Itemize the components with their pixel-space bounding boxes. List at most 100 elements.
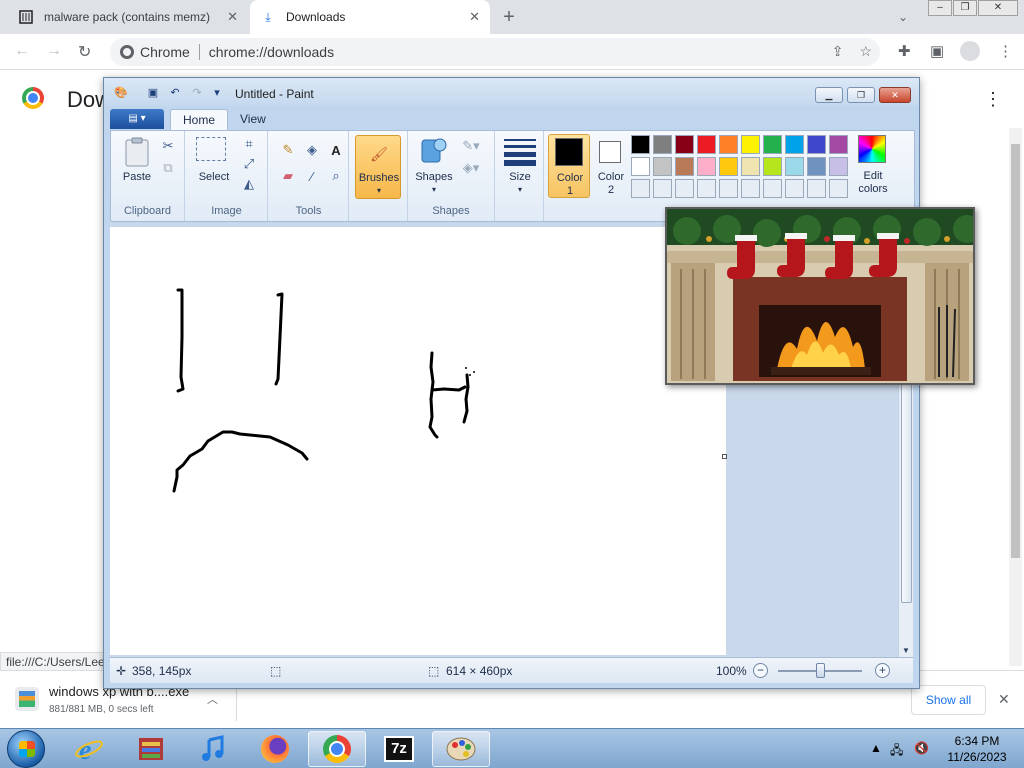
paste-icon[interactable]: [121, 136, 153, 168]
palette-swatch[interactable]: [653, 135, 672, 154]
color1-button[interactable]: Color 1: [548, 134, 590, 198]
archive-app-icon[interactable]: [122, 731, 180, 767]
zoom-slider-thumb[interactable]: [816, 663, 825, 678]
profile-avatar[interactable]: [960, 41, 980, 61]
chrome-taskbar-icon[interactable]: [308, 731, 366, 767]
start-button[interactable]: [7, 730, 45, 768]
paste-label[interactable]: Paste: [115, 171, 159, 183]
chevron-down-icon[interactable]: ▼: [902, 646, 910, 655]
palette-swatch[interactable]: [807, 135, 826, 154]
back-button[interactable]: ←: [14, 42, 30, 60]
drawing-canvas[interactable]: [110, 227, 727, 655]
side-panel-icon[interactable]: ▣: [930, 42, 944, 60]
forward-button[interactable]: →: [46, 42, 62, 60]
network-icon[interactable]: 🖧: [890, 741, 903, 762]
internet-explorer-icon[interactable]: e: [60, 731, 118, 767]
firefox-icon[interactable]: [246, 731, 304, 767]
palette-swatch[interactable]: [675, 135, 694, 154]
select-icon[interactable]: [196, 137, 226, 161]
palette-empty-swatch[interactable]: [653, 179, 672, 198]
address-bar[interactable]: Chrome chrome://downloads ⇪ ☆: [110, 38, 880, 66]
minimize-button[interactable]: ▁: [815, 87, 843, 103]
palette-empty-swatch[interactable]: [675, 179, 694, 198]
close-button[interactable]: ✕: [879, 87, 911, 103]
palette-swatch[interactable]: [763, 135, 782, 154]
close-window-button[interactable]: ✕: [978, 0, 1018, 16]
7zip-icon[interactable]: 7z: [370, 731, 428, 767]
palette-swatch[interactable]: [763, 157, 782, 176]
zoom-in-button[interactable]: +: [875, 663, 890, 678]
brushes-button[interactable]: 🖌 Brushes ▾: [355, 135, 401, 199]
palette-swatch[interactable]: [675, 157, 694, 176]
fill-shape-icon[interactable]: ◈▾: [462, 159, 480, 177]
clock-time[interactable]: 6:34 PM: [952, 734, 1002, 748]
menu-kebab-icon[interactable]: ⋮: [998, 42, 1013, 60]
palette-swatch[interactable]: [719, 135, 738, 154]
palette-empty-swatch[interactable]: [741, 179, 760, 198]
shapes-label[interactable]: Shapes: [412, 171, 456, 183]
resize-icon[interactable]: ⤢: [240, 155, 258, 173]
palette-empty-swatch[interactable]: [807, 179, 826, 198]
palette-swatch[interactable]: [807, 157, 826, 176]
itunes-icon[interactable]: [184, 731, 242, 767]
close-icon[interactable]: ✕: [227, 9, 238, 25]
paint-taskbar-icon[interactable]: [432, 731, 490, 767]
chevron-down-icon[interactable]: ▾: [412, 185, 456, 194]
clock-date[interactable]: 11/26/2023: [944, 750, 1010, 764]
magnifier-icon[interactable]: ⌕: [327, 167, 345, 185]
shapes-icon[interactable]: [418, 135, 450, 167]
palette-swatch[interactable]: [785, 157, 804, 176]
copy-icon[interactable]: ⧉: [159, 159, 177, 177]
paint-app-icon[interactable]: 🎨: [114, 86, 128, 100]
pencil-icon[interactable]: ✎: [279, 141, 297, 159]
palette-empty-swatch[interactable]: [697, 179, 716, 198]
cut-icon[interactable]: ✂: [159, 137, 177, 155]
palette-swatch[interactable]: [829, 135, 848, 154]
chevron-down-icon[interactable]: ⌄: [898, 10, 908, 24]
palette-swatch[interactable]: [829, 157, 848, 176]
show-hidden-icons[interactable]: ▲: [870, 741, 882, 755]
redo-icon[interactable]: ↷: [190, 86, 204, 100]
new-tab-button[interactable]: +: [498, 6, 520, 28]
paint-titlebar[interactable]: 🎨 ▣ ↶ ↷ ▾ Untitled - Paint ▁ ❐ ✕: [104, 78, 919, 106]
palette-empty-swatch[interactable]: [763, 179, 782, 198]
palette-swatch[interactable]: [653, 157, 672, 176]
rotate-icon[interactable]: ◭: [240, 175, 258, 193]
palette-swatch[interactable]: [697, 135, 716, 154]
select-label[interactable]: Select: [190, 171, 238, 183]
outline-icon[interactable]: ✎▾: [462, 137, 480, 155]
bookmark-star-icon[interactable]: ☆: [859, 43, 872, 60]
chevron-up-icon[interactable]: ︿: [207, 691, 218, 707]
palette-swatch[interactable]: [697, 157, 716, 176]
tab-view[interactable]: View: [228, 109, 278, 130]
palette-swatch[interactable]: [741, 157, 760, 176]
palette-empty-swatch[interactable]: [829, 179, 848, 198]
tab-downloads[interactable]: ⤓ Downloads ✕: [250, 0, 490, 34]
fill-icon[interactable]: ◈: [303, 141, 321, 159]
color2-button[interactable]: Color 2: [593, 134, 629, 198]
palette-empty-swatch[interactable]: [631, 179, 650, 198]
close-icon[interactable]: ✕: [469, 9, 480, 25]
palette-swatch[interactable]: [719, 157, 738, 176]
canvas-resize-handle[interactable]: [722, 454, 727, 459]
undo-icon[interactable]: ↶: [168, 86, 182, 100]
crop-icon[interactable]: ⌗: [240, 135, 258, 153]
minimize-button[interactable]: –: [928, 0, 952, 16]
palette-swatch[interactable]: [631, 157, 650, 176]
reload-button[interactable]: ↻: [78, 42, 91, 62]
palette-swatch[interactable]: [785, 135, 804, 154]
palette-swatch[interactable]: [631, 135, 650, 154]
eraser-icon[interactable]: ▰: [279, 167, 297, 185]
restore-button[interactable]: ❐: [847, 87, 875, 103]
palette-swatch[interactable]: [741, 135, 760, 154]
zoom-out-button[interactable]: −: [753, 663, 768, 678]
palette-empty-swatch[interactable]: [785, 179, 804, 198]
page-scrollbar-thumb[interactable]: [1011, 144, 1020, 558]
customize-qat-icon[interactable]: ▾: [210, 86, 224, 100]
share-icon[interactable]: ⇪: [832, 43, 844, 60]
color-picker-icon[interactable]: ⁄: [303, 167, 321, 185]
show-all-button[interactable]: Show all: [911, 685, 986, 715]
save-icon[interactable]: ▣: [146, 86, 160, 100]
palette-empty-swatch[interactable]: [719, 179, 738, 198]
tab-malware-pack[interactable]: malware pack (contains memz) : ✕: [8, 0, 248, 34]
